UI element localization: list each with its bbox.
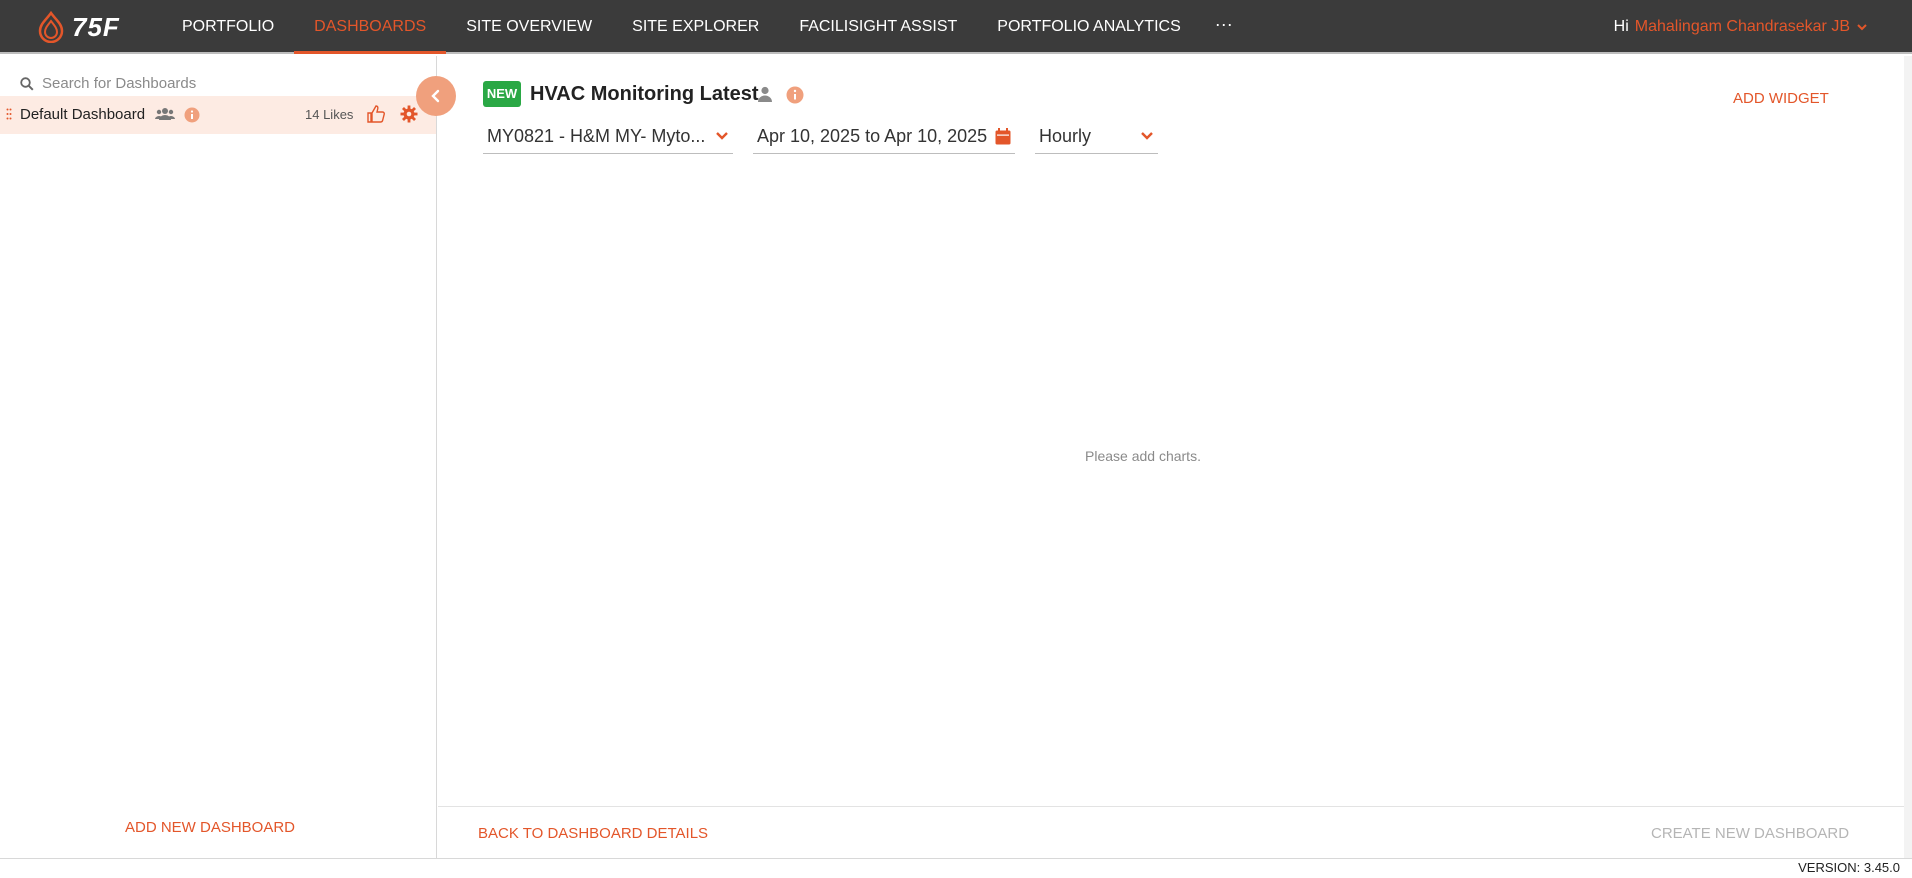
- collapse-sidebar-button[interactable]: [416, 76, 456, 116]
- main-footer: BACK TO DASHBOARD DETAILS CREATE NEW DAS…: [438, 806, 1912, 858]
- main-nav: PORTFOLIO DASHBOARDS SITE OVERVIEW SITE …: [162, 0, 1247, 54]
- create-new-dashboard-button[interactable]: CREATE NEW DASHBOARD: [1651, 825, 1849, 842]
- logo-icon: [38, 11, 64, 43]
- dashboard-name: Default Dashboard: [20, 106, 146, 123]
- user-menu[interactable]: Hi Mahalingam Chandrasekar JB: [1614, 0, 1868, 54]
- nav-dashboards[interactable]: DASHBOARDS: [294, 0, 447, 54]
- chevron-left-icon: [431, 89, 440, 103]
- thumbs-up-icon[interactable]: [366, 104, 386, 124]
- info-icon[interactable]: [786, 86, 804, 104]
- logo-text: 75F: [72, 11, 120, 42]
- chevron-down-icon: [716, 132, 728, 140]
- divider: [0, 858, 1912, 859]
- chevron-down-icon: [1141, 132, 1153, 140]
- interval-select[interactable]: Hourly: [1035, 120, 1158, 154]
- empty-state-message: Please add charts.: [1085, 448, 1201, 464]
- site-select-value: MY0821 - H&M MY- Myto...: [487, 126, 706, 146]
- search-input[interactable]: [42, 75, 382, 92]
- top-navbar: 75F PORTFOLIO DASHBOARDS SITE OVERVIEW S…: [0, 0, 1912, 54]
- nav-portfolio[interactable]: PORTFOLIO: [162, 0, 294, 54]
- site-select[interactable]: MY0821 - H&M MY- Myto...: [483, 120, 733, 154]
- search-icon: [20, 76, 34, 91]
- nav-site-explorer[interactable]: SITE EXPLORER: [612, 0, 779, 54]
- add-widget-button[interactable]: ADD WIDGET: [1733, 90, 1829, 107]
- version-label: VERSION: 3.45.0: [1798, 860, 1900, 875]
- more-menu-icon[interactable]: ···: [1201, 0, 1247, 54]
- back-to-dashboard-details-button[interactable]: BACK TO DASHBOARD DETAILS: [478, 825, 708, 842]
- scrollbar[interactable]: [1904, 56, 1912, 858]
- date-range-value: Apr 10, 2025 to Apr 10, 2025: [757, 126, 988, 146]
- shared-users-icon: [155, 108, 175, 120]
- likes-count: 14 Likes: [305, 107, 354, 122]
- date-range-picker[interactable]: Apr 10, 2025 to Apr 10, 2025: [753, 120, 1015, 154]
- dashboard-title: HVAC Monitoring Latest: [530, 83, 759, 105]
- new-badge: NEW: [483, 81, 521, 107]
- dashboard-list-item[interactable]: Default Dashboard 14 Likes: [0, 96, 436, 134]
- nav-portfolio-analytics[interactable]: PORTFOLIO ANALYTICS: [977, 0, 1200, 54]
- dashboard-main: NEW HVAC Monitoring Latest ADD WIDGET MY…: [438, 56, 1912, 858]
- search-box: [20, 70, 396, 98]
- nav-facilisight-assist[interactable]: FACILISIGHT ASSIST: [779, 0, 977, 54]
- calendar-icon[interactable]: [995, 128, 1011, 145]
- nav-site-overview[interactable]: SITE OVERVIEW: [446, 0, 612, 54]
- dashboard-sidebar: Default Dashboard 14 Likes ADD NEW DASHB…: [0, 56, 437, 858]
- gear-icon[interactable]: [400, 105, 418, 123]
- drag-handle-icon[interactable]: [6, 108, 12, 120]
- interval-value: Hourly: [1039, 126, 1092, 146]
- logo[interactable]: 75F: [36, 10, 120, 44]
- person-icon: [758, 86, 772, 102]
- chevron-down-icon: [1857, 24, 1867, 31]
- info-icon[interactable]: [184, 107, 200, 123]
- greeting: Hi: [1613, 18, 1629, 35]
- add-new-dashboard-button[interactable]: ADD NEW DASHBOARD: [125, 819, 295, 836]
- user-name: Mahalingam Chandrasekar JB: [1634, 18, 1850, 35]
